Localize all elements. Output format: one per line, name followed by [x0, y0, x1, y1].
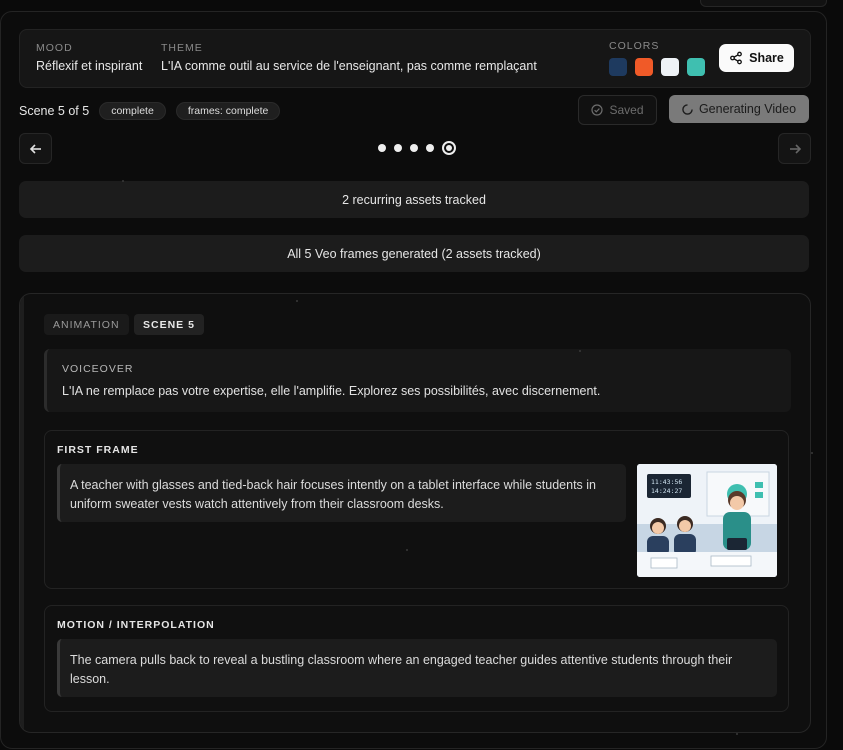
next-scene-button[interactable]	[778, 133, 811, 164]
colors-group: COLORS	[609, 40, 705, 76]
spinner-icon	[682, 103, 693, 115]
top-edge-strip	[700, 0, 827, 7]
status-badge: complete	[99, 102, 166, 120]
theme-label: THEME	[161, 42, 203, 54]
classroom-illustration: 11:43:56 14:24:27	[637, 464, 777, 577]
background-star	[296, 300, 298, 302]
scene-counter: Scene 5 of 5	[19, 104, 90, 118]
mood-label: MOOD	[36, 42, 73, 54]
color-swatch	[609, 58, 627, 76]
thumb-screen-line1: 11:43:56	[651, 478, 682, 486]
frames-badge: frames: complete	[175, 102, 281, 120]
color-swatch	[661, 58, 679, 76]
voiceover-text: L'IA ne remplace pas votre expertise, el…	[62, 384, 601, 398]
first-frame-prompt[interactable]: A teacher with glasses and tied-back hai…	[57, 464, 626, 522]
color-swatch	[635, 58, 653, 76]
mood-value: Réflexif et inspirant	[36, 59, 143, 73]
colors-label: COLORS	[609, 40, 660, 52]
check-circle-icon	[591, 104, 604, 116]
card-accent	[20, 294, 24, 732]
scene-dot[interactable]	[410, 144, 418, 152]
background-star	[811, 452, 813, 454]
frames-status-bar[interactable]: All 5 Veo frames generated (2 assets tra…	[19, 235, 809, 272]
mood-group: MOOD Réflexif et inspirant	[36, 42, 142, 73]
first-frame-label: FIRST FRAME	[57, 444, 139, 456]
scene-dot[interactable]	[394, 144, 402, 152]
background-star	[406, 549, 408, 551]
scene-card: ANIMATION SCENE 5 VOICEOVER L'IA ne remp…	[19, 293, 811, 733]
scene-dot-active[interactable]	[442, 141, 456, 155]
saved-label: Saved	[609, 103, 644, 117]
share-button[interactable]: Share	[719, 44, 794, 72]
saved-button[interactable]: Saved	[578, 95, 657, 125]
scene-pagination	[378, 141, 456, 155]
generate-video-button[interactable]: Generating Video	[669, 95, 809, 123]
first-frame-thumbnail[interactable]: 11:43:56 14:24:27	[637, 464, 777, 577]
scene-dot[interactable]	[378, 144, 386, 152]
background-star	[122, 180, 124, 182]
project-header: MOOD Réflexif et inspirant THEME L'IA co…	[19, 29, 811, 88]
scene-tag: SCENE 5	[134, 314, 204, 335]
arrow-right-icon	[789, 143, 801, 154]
theme-group: THEME L'IA comme outil au service de l'e…	[161, 42, 537, 73]
recurring-assets-bar[interactable]: 2 recurring assets tracked	[19, 181, 809, 218]
background-star	[736, 733, 738, 735]
type-tag: ANIMATION	[44, 314, 129, 335]
prev-scene-button[interactable]	[19, 133, 52, 164]
background-star	[579, 350, 581, 352]
color-swatches	[609, 58, 705, 76]
motion-label: MOTION / INTERPOLATION	[57, 619, 215, 631]
motion-prompt[interactable]: The camera pulls back to reveal a bustli…	[57, 639, 777, 697]
scene-panel: MOOD Réflexif et inspirant THEME L'IA co…	[0, 11, 827, 749]
first-frame-text: A teacher with glasses and tied-back hai…	[70, 478, 596, 511]
voiceover-block: VOICEOVER L'IA ne remplace pas votre exp…	[44, 349, 791, 412]
first-frame-section: FIRST FRAME A teacher with glasses and t…	[44, 430, 789, 589]
share-label: Share	[749, 51, 784, 65]
scene-status-row: Scene 5 of 5 complete frames: complete	[19, 102, 281, 120]
generate-video-label: Generating Video	[698, 102, 797, 116]
arrow-left-icon	[29, 143, 41, 154]
color-swatch	[687, 58, 705, 76]
theme-value: L'IA comme outil au service de l'enseign…	[161, 59, 537, 73]
scene-dot[interactable]	[426, 144, 434, 152]
motion-text: The camera pulls back to reveal a bustli…	[70, 653, 733, 686]
voiceover-label: VOICEOVER	[62, 363, 134, 375]
thumb-screen-line2: 14:24:27	[651, 487, 682, 495]
share-icon	[730, 51, 743, 65]
motion-section: MOTION / INTERPOLATION The camera pulls …	[44, 605, 789, 712]
